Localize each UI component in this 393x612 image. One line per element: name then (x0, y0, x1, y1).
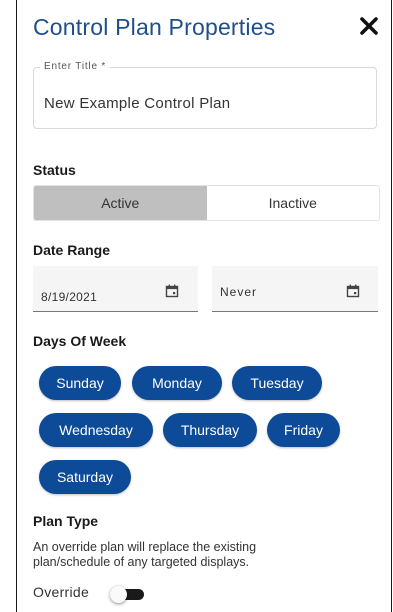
date-range-label: Date Range (33, 242, 111, 258)
status-option-active[interactable]: Active (34, 186, 207, 220)
plan-type-description: An override plan will replace the existi… (33, 540, 257, 569)
plan-type-label: Plan Type (33, 513, 99, 529)
override-label: Override (33, 584, 90, 600)
end-date-field[interactable]: Never (212, 266, 378, 312)
close-icon (360, 17, 378, 35)
close-button[interactable] (359, 16, 379, 36)
start-date-field[interactable]: 8/19/2021 (33, 266, 198, 312)
status-toggle: Active Inactive (33, 185, 380, 221)
calendar-icon[interactable] (165, 284, 179, 298)
start-date-value: 8/19/2021 (41, 290, 98, 304)
day-wednesday-button[interactable]: Wednesday (39, 413, 153, 447)
title-input[interactable]: New Example Control Plan (44, 95, 230, 112)
end-date-value: Never (220, 285, 258, 299)
title-field-label: Enter Title * (40, 61, 111, 72)
day-saturday-button[interactable]: Saturday (39, 460, 131, 494)
calendar-icon[interactable] (346, 284, 360, 298)
day-sunday-button[interactable]: Sunday (39, 366, 121, 400)
override-toggle[interactable] (110, 586, 146, 603)
title-field[interactable]: Enter Title * New Example Control Plan (33, 61, 377, 129)
override-toggle-thumb (110, 586, 127, 603)
day-friday-button[interactable]: Friday (267, 413, 340, 447)
day-tuesday-button[interactable]: Tuesday (232, 366, 322, 400)
status-label: Status (33, 162, 76, 178)
day-monday-button[interactable]: Monday (132, 366, 222, 400)
day-thursday-button[interactable]: Thursday (163, 413, 257, 447)
dialog-title: Control Plan Properties (33, 14, 276, 40)
status-option-inactive[interactable]: Inactive (207, 186, 380, 220)
days-of-week-label: Days Of Week (33, 333, 127, 349)
